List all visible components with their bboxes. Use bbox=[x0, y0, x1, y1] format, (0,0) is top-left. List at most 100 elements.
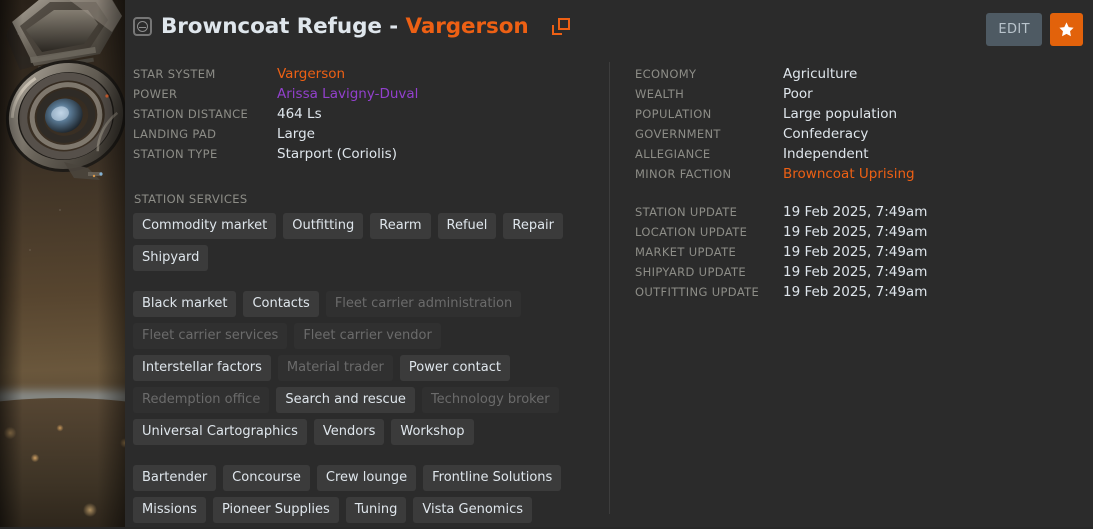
spec-value: 19 Feb 2025, 7:49am bbox=[782, 222, 928, 242]
table-row: STATION DISTANCE 464 Ls bbox=[133, 104, 419, 124]
service-chip-disabled: Fleet carrier services bbox=[133, 323, 287, 349]
spec-value[interactable]: Vargerson bbox=[276, 64, 419, 84]
left-spec-rows: STAR SYSTEM Vargerson POWER Arissa Lavig… bbox=[133, 64, 419, 164]
service-chip[interactable]: Pioneer Supplies bbox=[213, 497, 339, 523]
service-chip[interactable]: Interstellar factors bbox=[133, 355, 271, 381]
service-chip[interactable]: Power contact bbox=[400, 355, 510, 381]
table-row: STATION TYPE Starport (Coriolis) bbox=[133, 144, 419, 164]
service-chip[interactable]: Universal Cartographics bbox=[133, 419, 307, 445]
spec-label: WEALTH bbox=[635, 84, 782, 104]
title-separator: - bbox=[382, 14, 406, 39]
spec-label: POPULATION bbox=[635, 104, 782, 124]
spec-value: Large population bbox=[782, 104, 916, 124]
service-chip[interactable]: Rearm bbox=[370, 213, 430, 239]
service-chip[interactable]: Shipyard bbox=[133, 245, 208, 271]
table-row: OUTFITTING UPDATE 19 Feb 2025, 7:49am bbox=[635, 282, 928, 302]
table-row: MARKET UPDATE 19 Feb 2025, 7:49am bbox=[635, 242, 928, 262]
spec-value: 19 Feb 2025, 7:49am bbox=[782, 262, 928, 282]
table-row: MINOR FACTION Browncoat Uprising bbox=[635, 164, 916, 184]
table-row: LOCATION UPDATE 19 Feb 2025, 7:49am bbox=[635, 222, 928, 242]
service-chip[interactable]: Tuning bbox=[346, 497, 407, 523]
table-row: STATION UPDATE 19 Feb 2025, 7:49am bbox=[635, 202, 928, 222]
favorite-button[interactable] bbox=[1050, 13, 1083, 46]
station-circle-icon bbox=[133, 17, 152, 36]
service-chip[interactable]: Refuel bbox=[438, 213, 497, 239]
table-row: POPULATION Large population bbox=[635, 104, 916, 124]
spec-value: 19 Feb 2025, 7:49am bbox=[782, 202, 928, 222]
spec-label: OUTFITTING UPDATE bbox=[635, 282, 782, 302]
table-row: ALLEGIANCE Independent bbox=[635, 144, 916, 164]
spec-label: STAR SYSTEM bbox=[133, 64, 276, 84]
spec-value: Poor bbox=[782, 84, 916, 104]
spec-value: Starport (Coriolis) bbox=[276, 144, 419, 164]
spec-label: STATION DISTANCE bbox=[133, 104, 276, 124]
service-chip[interactable]: Contacts bbox=[243, 291, 318, 317]
copy-icon[interactable] bbox=[552, 18, 570, 36]
service-chip[interactable]: Frontline Solutions bbox=[423, 465, 561, 491]
station-services-label: STATION SERVICES bbox=[134, 192, 608, 206]
spec-value: Confederacy bbox=[782, 124, 916, 144]
header-actions: EDIT bbox=[986, 13, 1083, 46]
service-chip-disabled: Fleet carrier vendor bbox=[294, 323, 440, 349]
edit-button[interactable]: EDIT bbox=[986, 13, 1042, 46]
service-chip[interactable]: Crew lounge bbox=[317, 465, 416, 491]
spec-label: ALLEGIANCE bbox=[635, 144, 782, 164]
service-chip-disabled: Material trader bbox=[278, 355, 393, 381]
spec-label: STATION UPDATE bbox=[635, 202, 782, 222]
service-chip-disabled: Redemption office bbox=[133, 387, 269, 413]
system-spec-table: ECONOMY Agriculture WEALTH Poor POPULATI… bbox=[635, 64, 916, 184]
spec-label: GOVERNMENT bbox=[635, 124, 782, 144]
page-header: Browncoat Refuge - Vargerson EDIT bbox=[125, 0, 1093, 60]
table-row: GOVERNMENT Confederacy bbox=[635, 124, 916, 144]
station-spec-table: STAR SYSTEM Vargerson POWER Arissa Lavig… bbox=[133, 64, 419, 164]
page-title: Browncoat Refuge - Vargerson bbox=[133, 14, 570, 39]
spec-value: 464 Ls bbox=[276, 104, 419, 124]
spec-value[interactable]: Arissa Lavigny-Duval bbox=[276, 84, 419, 104]
spec-value: Independent bbox=[782, 144, 916, 164]
spec-label: MARKET UPDATE bbox=[635, 242, 782, 262]
service-chip-disabled: Fleet carrier administration bbox=[326, 291, 521, 317]
spec-label: POWER bbox=[133, 84, 276, 104]
spec-label: STATION TYPE bbox=[133, 144, 276, 164]
table-row: LANDING PAD Large bbox=[133, 124, 419, 144]
spec-label: MINOR FACTION bbox=[635, 164, 782, 184]
detail-body: STAR SYSTEM Vargerson POWER Arissa Lavig… bbox=[125, 60, 1093, 529]
service-chip[interactable]: Vendors bbox=[314, 419, 384, 445]
table-row: WEALTH Poor bbox=[635, 84, 916, 104]
station-detail-page: Browncoat Refuge - Vargerson EDIT bbox=[0, 0, 1093, 527]
hero-vignette bbox=[0, 0, 125, 527]
service-chip[interactable]: Commodity market bbox=[133, 213, 276, 239]
spec-value: 19 Feb 2025, 7:49am bbox=[782, 242, 928, 262]
service-chip[interactable]: Vista Genomics bbox=[413, 497, 532, 523]
spec-spacer bbox=[635, 184, 1093, 202]
service-group-facility: Black market Contacts Fleet carrier admi… bbox=[133, 291, 573, 445]
system-name-link[interactable]: Vargerson bbox=[405, 14, 528, 39]
service-chip[interactable]: Black market bbox=[133, 291, 236, 317]
spec-value: 19 Feb 2025, 7:49am bbox=[782, 282, 928, 302]
right-column: ECONOMY Agriculture WEALTH Poor POPULATI… bbox=[635, 64, 1093, 529]
spec-value: Large bbox=[276, 124, 419, 144]
spec-label: SHIPYARD UPDATE bbox=[635, 262, 782, 282]
service-chip[interactable]: Concourse bbox=[223, 465, 310, 491]
service-chip-disabled: Technology broker bbox=[422, 387, 559, 413]
spec-value[interactable]: Browncoat Uprising bbox=[782, 164, 916, 184]
service-group-concourse: Bartender Concourse Crew lounge Frontlin… bbox=[133, 465, 573, 523]
station-name: Browncoat Refuge bbox=[161, 14, 382, 39]
spec-label: LANDING PAD bbox=[133, 124, 276, 144]
service-chip[interactable]: Search and rescue bbox=[276, 387, 415, 413]
spec-label: LOCATION UPDATE bbox=[635, 222, 782, 242]
spec-value: Agriculture bbox=[782, 64, 916, 84]
station-hero-image bbox=[0, 0, 125, 527]
station-title-text: Browncoat Refuge - Vargerson bbox=[161, 14, 529, 39]
service-chip[interactable]: Bartender bbox=[133, 465, 216, 491]
table-row: STAR SYSTEM Vargerson bbox=[133, 64, 419, 84]
service-group-core: Commodity market Outfitting Rearm Refuel… bbox=[133, 213, 573, 271]
table-row: ECONOMY Agriculture bbox=[635, 64, 916, 84]
table-row: SHIPYARD UPDATE 19 Feb 2025, 7:49am bbox=[635, 262, 928, 282]
service-chip[interactable]: Workshop bbox=[391, 419, 473, 445]
update-spec-table: STATION UPDATE 19 Feb 2025, 7:49am LOCAT… bbox=[635, 202, 928, 302]
service-chip[interactable]: Outfitting bbox=[283, 213, 363, 239]
service-chip[interactable]: Repair bbox=[503, 213, 563, 239]
left-column: STAR SYSTEM Vargerson POWER Arissa Lavig… bbox=[133, 64, 608, 529]
service-chip[interactable]: Missions bbox=[133, 497, 206, 523]
